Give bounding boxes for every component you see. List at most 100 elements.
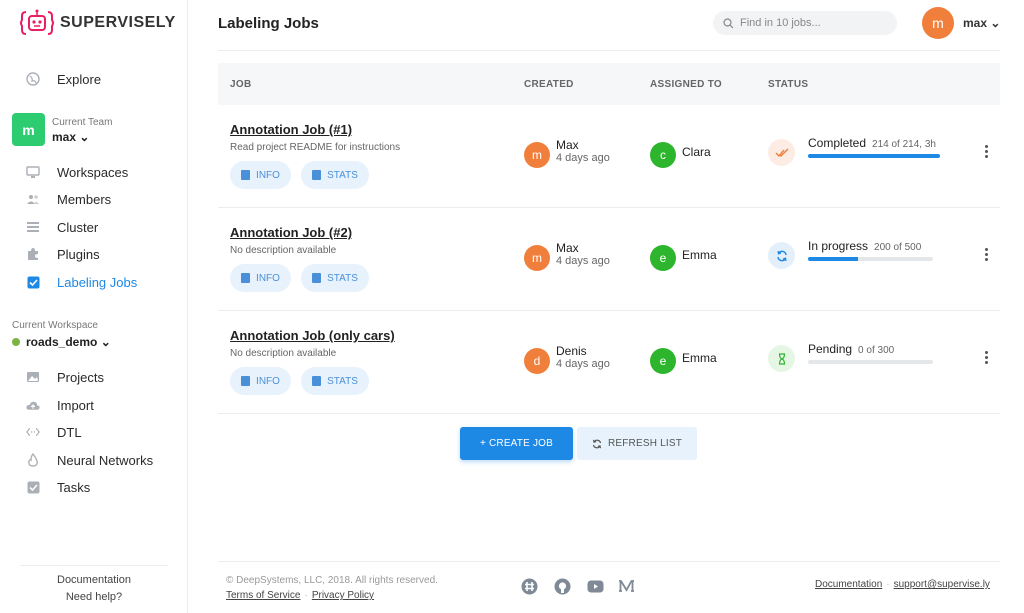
info-button[interactable]: INFO <box>230 161 291 189</box>
globe-icon <box>26 72 40 86</box>
column-header-assigned[interactable]: ASSIGNED TO <box>650 79 722 90</box>
column-header-status[interactable]: STATUS <box>768 79 808 90</box>
user-menu[interactable]: max ⌄ <box>963 16 1000 30</box>
sidebar-item-import[interactable]: Import <box>0 393 188 417</box>
github-icon[interactable] <box>553 577 571 595</box>
status-count: 200 of 500 <box>874 242 922 253</box>
documentation-link[interactable]: Documentation <box>815 579 882 590</box>
more-options-icon[interactable] <box>984 351 988 364</box>
monitor-icon <box>26 165 40 179</box>
creator-avatar: d <box>524 348 550 374</box>
sidebar-item-neural-networks[interactable]: Neural Networks <box>0 448 188 472</box>
sidebar: SUPERVISELY Explore m Current Team max ⌄… <box>0 0 188 613</box>
team-avatar[interactable]: m <box>12 113 45 146</box>
sidebar-item-dtl[interactable]: DTL <box>0 420 188 444</box>
stats-button[interactable]: STATS <box>301 161 369 189</box>
status-label: Completed 214 of 214, 3h <box>808 136 936 150</box>
job-description: Read project README for instructions <box>230 142 401 153</box>
sidebar-item-label: Plugins <box>57 246 100 262</box>
search-input[interactable] <box>740 17 890 29</box>
tasks-icon <box>26 480 40 494</box>
sidebar-item-workspaces[interactable]: Workspaces <box>0 160 188 184</box>
column-header-created[interactable]: CREATED <box>524 79 574 90</box>
info-button[interactable]: INFO <box>230 264 291 292</box>
code-icon <box>26 425 40 439</box>
privacy-link[interactable]: Privacy Policy <box>312 590 374 601</box>
status-count: 214 of 214, 3h <box>872 139 936 150</box>
refresh-list-button[interactable]: REFRESH LIST <box>577 427 697 460</box>
images-icon <box>26 370 40 384</box>
stats-label: STATS <box>327 169 358 181</box>
progress-bar <box>808 360 933 364</box>
table-header: JOB CREATED ASSIGNED TO STATUS <box>218 63 1000 105</box>
terms-link[interactable]: Terms of Service <box>226 590 300 601</box>
creator-avatar: m <box>524 142 550 168</box>
create-job-button[interactable]: + CREATE JOB <box>460 427 573 460</box>
sync-icon <box>768 242 795 269</box>
stats-label: STATS <box>327 375 358 387</box>
user-avatar[interactable]: m <box>922 7 954 39</box>
sidebar-item-explore[interactable]: Explore <box>0 67 188 91</box>
team-selector[interactable]: max ⌄ <box>52 130 89 144</box>
support-email-link[interactable]: support@supervise.ly <box>894 579 990 590</box>
sidebar-item-label: Workspaces <box>57 164 129 180</box>
sidebar-item-plugins[interactable]: Plugins <box>0 242 188 266</box>
bar-chart-icon <box>312 273 322 283</box>
creator-name: Max <box>556 138 579 152</box>
job-title-link[interactable]: Annotation Job (#1) <box>230 122 352 137</box>
sidebar-help-link[interactable]: Need help? <box>0 591 188 603</box>
status-label: In progress 200 of 500 <box>808 239 921 253</box>
more-options-icon[interactable] <box>984 145 988 158</box>
sidebar-divider <box>20 565 168 566</box>
refresh-label: REFRESH LIST <box>607 438 683 449</box>
search-box[interactable] <box>713 11 897 35</box>
column-header-job[interactable]: JOB <box>230 79 251 90</box>
page-title: Labeling Jobs <box>218 15 319 32</box>
sidebar-item-tasks[interactable]: Tasks <box>0 475 188 499</box>
sidebar-item-projects[interactable]: Projects <box>0 365 188 389</box>
separator: · <box>304 590 308 601</box>
medium-icon[interactable] <box>617 577 635 595</box>
status-text: In progress <box>808 239 869 253</box>
creator-name: Denis <box>556 344 587 358</box>
brand-logo[interactable]: SUPERVISELY <box>20 8 176 38</box>
stats-button[interactable]: STATS <box>301 264 369 292</box>
sidebar-item-members[interactable]: Members <box>0 187 188 211</box>
flame-icon <box>26 453 40 467</box>
copyright-text: © DeepSystems, LLC, 2018. All rights res… <box>226 575 438 586</box>
progress-fill <box>808 154 940 158</box>
sidebar-docs-link[interactable]: Documentation <box>0 574 188 586</box>
table-row: Annotation Job (only cars) No descriptio… <box>218 311 1000 414</box>
status-dot-icon <box>12 338 20 346</box>
stats-button[interactable]: STATS <box>301 367 369 395</box>
workspace-caption: Current Workspace <box>12 320 98 331</box>
youtube-icon[interactable] <box>586 577 604 595</box>
status-text: Completed <box>808 136 867 150</box>
status-count: 0 of 300 <box>858 345 895 356</box>
sidebar-item-label: Projects <box>57 369 104 385</box>
created-time: 4 days ago <box>556 358 610 370</box>
job-title-link[interactable]: Annotation Job (only cars) <box>230 328 395 343</box>
stats-label: STATS <box>327 272 358 284</box>
assignee-name: Clara <box>682 145 711 159</box>
workspace-name: roads_demo ⌄ <box>26 335 111 349</box>
sidebar-item-label: Labeling Jobs <box>57 274 138 290</box>
more-options-icon[interactable] <box>984 248 988 261</box>
sidebar-item-label: Tasks <box>57 479 91 495</box>
job-title-link[interactable]: Annotation Job (#2) <box>230 225 352 240</box>
sidebar-item-cluster[interactable]: Cluster <box>0 215 188 239</box>
cloud-upload-icon <box>26 398 40 412</box>
sidebar-item-labeling-jobs[interactable]: Labeling Jobs <box>0 270 188 294</box>
workspace-selector[interactable]: roads_demo ⌄ <box>12 335 111 349</box>
sidebar-item-label: Import <box>57 397 94 413</box>
bar-chart-icon <box>312 376 322 386</box>
info-button[interactable]: INFO <box>230 367 291 395</box>
job-description: No description available <box>230 348 337 359</box>
sidebar-item-label: Neural Networks <box>57 452 154 468</box>
search-icon <box>723 17 734 28</box>
document-icon <box>241 170 251 180</box>
robot-logo-icon <box>20 9 54 35</box>
slack-icon[interactable] <box>520 577 538 595</box>
separator: · <box>886 579 890 590</box>
double-check-icon <box>768 139 795 166</box>
